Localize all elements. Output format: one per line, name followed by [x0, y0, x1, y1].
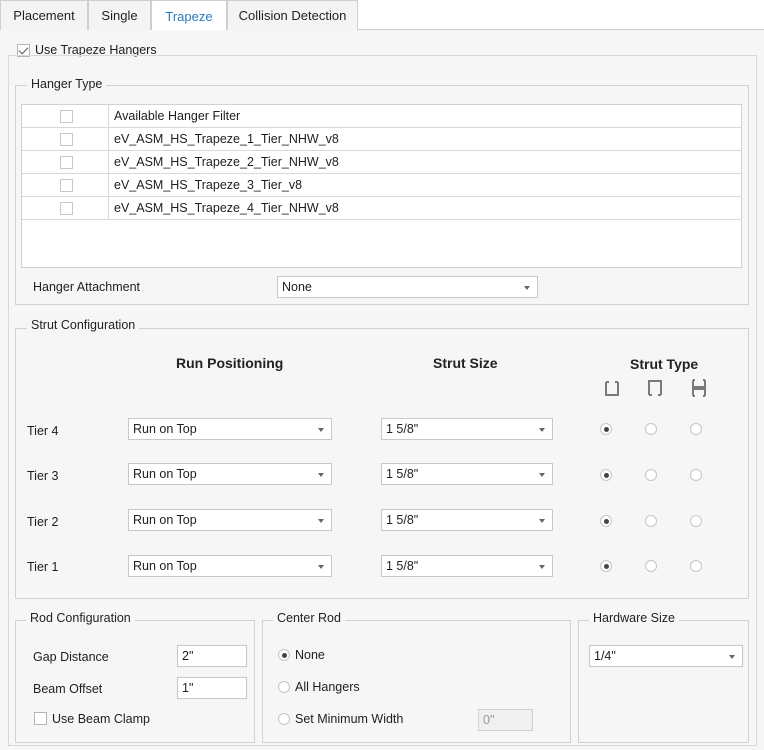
run-positioning-dropdown[interactable]: Run on Top: [128, 509, 332, 531]
run-positioning-value: Run on Top: [133, 467, 197, 481]
chevron-down-icon: [539, 565, 545, 569]
row-checkbox[interactable]: [60, 202, 73, 215]
hanger-attachment-label: Hanger Attachment: [33, 280, 141, 294]
strut-channel-back-to-back-icon: [692, 379, 706, 397]
hanger-type-title: Hanger Type: [27, 77, 107, 91]
strut-channel-open-down-icon: [605, 381, 619, 396]
gap-distance-input[interactable]: 2": [177, 645, 247, 667]
beam-offset-label: Beam Offset: [33, 682, 103, 696]
run-positioning-header: Run Positioning: [176, 355, 284, 371]
row-checkbox[interactable]: [60, 133, 73, 146]
chevron-down-icon: [318, 473, 324, 477]
tab-trapeze[interactable]: Trapeze: [151, 0, 227, 31]
strut-size-dropdown[interactable]: 1 5/8": [381, 509, 553, 531]
strut-configuration-title: Strut Configuration: [27, 318, 140, 332]
run-positioning-dropdown[interactable]: Run on Top: [128, 418, 332, 440]
table-row[interactable]: eV_ASM_HS_Trapeze_4_Tier_NHW_v8: [22, 197, 741, 220]
tier-label: Tier 1: [27, 560, 59, 574]
run-positioning-value: Run on Top: [133, 559, 197, 573]
tab-collision-detection[interactable]: Collision Detection: [227, 0, 358, 30]
strut-type-radio-3[interactable]: [690, 423, 702, 435]
strut-type-radio-1[interactable]: [600, 423, 612, 435]
hanger-attachment-dropdown[interactable]: None: [277, 276, 538, 298]
strut-type-radio-3[interactable]: [690, 469, 702, 481]
strut-type-radio-2[interactable]: [645, 469, 657, 481]
tab-placement-label: Placement: [13, 8, 75, 23]
strut-size-header: Strut Size: [433, 355, 498, 371]
tab-bar: Placement Single Trapeze Collision Detec…: [0, 0, 764, 31]
strut-type-radio-1[interactable]: [600, 560, 612, 572]
chevron-down-icon: [318, 428, 324, 432]
hardware-size-dropdown[interactable]: 1/4": [589, 645, 743, 667]
beam-offset-input[interactable]: 1": [177, 677, 247, 699]
chevron-down-icon: [524, 286, 530, 290]
use-beam-clamp-checkbox[interactable]: [34, 712, 47, 725]
rod-configuration-title: Rod Configuration: [26, 611, 135, 625]
strut-type-radio-3[interactable]: [690, 560, 702, 572]
center-rod-none-radio[interactable]: [278, 649, 290, 661]
center-rod-all-hangers-label: All Hangers: [295, 680, 360, 694]
strut-type-radio-2[interactable]: [645, 560, 657, 572]
tier-label: Tier 3: [27, 469, 59, 483]
tab-trapeze-label: Trapeze: [165, 8, 213, 24]
hanger-name: eV_ASM_HS_Trapeze_3_Tier_v8: [114, 178, 303, 192]
strut-size-dropdown[interactable]: 1 5/8": [381, 463, 553, 485]
tab-single-label: Single: [101, 8, 138, 23]
run-positioning-value: Run on Top: [133, 513, 197, 527]
strut-type-radio-3[interactable]: [690, 515, 702, 527]
strut-size-value: 1 5/8": [386, 467, 419, 481]
hardware-size-value: 1/4": [594, 649, 616, 663]
strut-type-radio-2[interactable]: [645, 423, 657, 435]
center-rod-all-hangers-radio[interactable]: [278, 681, 290, 693]
strut-type-radio-1[interactable]: [600, 515, 612, 527]
strut-size-value: 1 5/8": [386, 513, 419, 527]
hanger-filter-table: Available Hanger Filter eV_ASM_HS_Trapez…: [21, 104, 742, 268]
strut-size-dropdown[interactable]: 1 5/8": [381, 418, 553, 440]
chevron-down-icon: [318, 565, 324, 569]
row-checkbox[interactable]: [60, 156, 73, 169]
chevron-down-icon: [318, 519, 324, 523]
select-all-checkbox[interactable]: [60, 110, 73, 123]
hanger-name: eV_ASM_HS_Trapeze_4_Tier_NHW_v8: [114, 201, 339, 215]
strut-type-header: Strut Type: [630, 356, 699, 372]
center-rod-min-width-radio[interactable]: [278, 713, 290, 725]
hanger-name: eV_ASM_HS_Trapeze_2_Tier_NHW_v8: [114, 155, 339, 169]
run-positioning-dropdown[interactable]: Run on Top: [128, 555, 332, 577]
strut-size-value: 1 5/8": [386, 559, 419, 573]
strut-size-dropdown[interactable]: 1 5/8": [381, 555, 553, 577]
tab-collision-detection-label: Collision Detection: [238, 8, 347, 23]
strut-type-radio-1[interactable]: [600, 469, 612, 481]
minimum-width-input[interactable]: 0": [478, 709, 533, 731]
chevron-down-icon: [539, 519, 545, 523]
table-header-row: Available Hanger Filter: [22, 105, 741, 128]
center-rod-none-label: None: [295, 648, 325, 662]
use-beam-clamp-label: Use Beam Clamp: [52, 712, 150, 726]
hardware-size-title: Hardware Size: [589, 611, 679, 625]
chevron-down-icon: [539, 473, 545, 477]
tab-placement[interactable]: Placement: [0, 0, 88, 30]
run-positioning-value: Run on Top: [133, 422, 197, 436]
table-header-label: Available Hanger Filter: [114, 109, 241, 123]
run-positioning-dropdown[interactable]: Run on Top: [128, 463, 332, 485]
tier-label: Tier 4: [27, 424, 59, 438]
chevron-down-icon: [539, 428, 545, 432]
tab-single[interactable]: Single: [88, 0, 151, 30]
table-row[interactable]: eV_ASM_HS_Trapeze_2_Tier_NHW_v8: [22, 151, 741, 174]
strut-size-value: 1 5/8": [386, 422, 419, 436]
tier-label: Tier 2: [27, 515, 59, 529]
center-rod-min-width-label: Set Minimum Width: [295, 712, 404, 726]
hanger-attachment-value: None: [282, 280, 312, 294]
strut-type-radio-2[interactable]: [645, 515, 657, 527]
hardware-size-group: [578, 620, 749, 743]
center-rod-title: Center Rod: [273, 611, 345, 625]
chevron-down-icon: [729, 655, 735, 659]
row-checkbox[interactable]: [60, 179, 73, 192]
table-row[interactable]: eV_ASM_HS_Trapeze_3_Tier_v8: [22, 174, 741, 197]
table-row[interactable]: eV_ASM_HS_Trapeze_1_Tier_NHW_v8: [22, 128, 741, 151]
strut-channel-open-up-icon: [648, 380, 662, 396]
hanger-name: eV_ASM_HS_Trapeze_1_Tier_NHW_v8: [114, 132, 339, 146]
gap-distance-label: Gap Distance: [33, 650, 109, 664]
